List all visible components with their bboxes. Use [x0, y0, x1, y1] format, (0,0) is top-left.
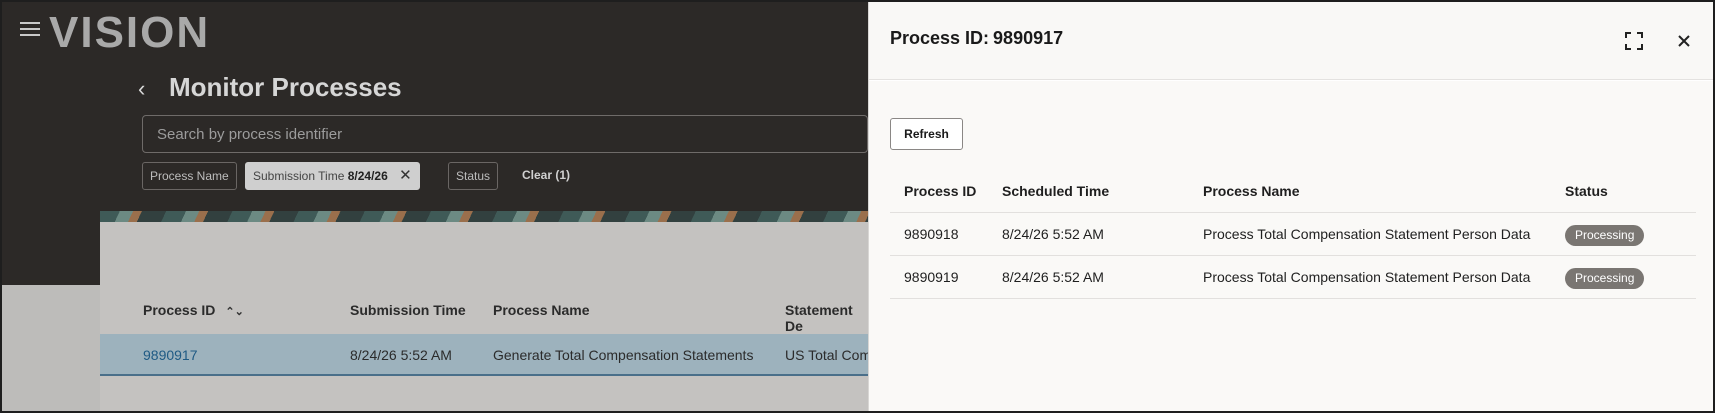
app-logo: VISION	[49, 8, 211, 57]
fullscreen-icon[interactable]	[1623, 30, 1645, 52]
page-title: Monitor Processes	[169, 72, 402, 102]
remove-filter-icon[interactable]: ✕	[399, 167, 412, 184]
process-name-cell: Generate Total Compensation Statements	[493, 347, 754, 363]
search-field[interactable]	[142, 115, 868, 153]
clear-filters-link[interactable]: Clear (1)	[522, 168, 570, 182]
process-id-cell: 9890918	[904, 226, 959, 242]
scheduled-time-cell: 8/24/26 5:52 AM	[1002, 226, 1104, 242]
process-id-link[interactable]: 9890917	[143, 347, 198, 363]
table-header-row: Process ID Scheduled Time Process Name S…	[890, 169, 1696, 213]
submission-time-cell: 8/24/26 5:52 AM	[350, 347, 452, 363]
filter-chip-label: Process Name	[150, 169, 229, 183]
column-header-process-id[interactable]: Process ID ⌃⌄	[143, 302, 244, 318]
status-cell: Processing	[1565, 213, 1645, 255]
back-chevron-icon[interactable]: ‹	[138, 76, 145, 102]
scheduled-time-cell: 8/24/26 5:52 AM	[1002, 269, 1104, 285]
filter-chip-status[interactable]: Status	[448, 162, 499, 190]
status-badge: Processing	[1565, 267, 1645, 289]
child-process-table: Process ID Scheduled Time Process Name S…	[890, 169, 1696, 299]
column-header-process-id: Process ID	[904, 183, 977, 199]
sort-icon[interactable]: ⌃⌄	[225, 305, 243, 318]
status-badge: Processing	[1565, 224, 1645, 246]
refresh-button[interactable]: Refresh	[890, 118, 963, 150]
column-header-label: Process ID	[143, 302, 216, 318]
filter-chip-value: 8/24/26	[347, 169, 388, 183]
monitor-processes-page: VISION ‹ Monitor Processes Process Name …	[2, 2, 872, 411]
hamburger-menu-icon[interactable]	[20, 22, 40, 38]
column-header-statement: Statement De	[785, 302, 853, 334]
screen-frame: VISION ‹ Monitor Processes Process Name …	[0, 0, 1715, 413]
process-detail-drawer: Process ID: 9890917 Refresh Process ID Sc…	[868, 2, 1713, 411]
statement-cell: US Total Com	[785, 347, 872, 363]
process-name-cell: Process Total Compensation Statement Per…	[1203, 269, 1531, 285]
decorative-banner	[100, 211, 868, 222]
filter-chip-label: Status	[456, 169, 491, 183]
column-header-process-name: Process Name	[493, 302, 590, 318]
filter-chip-label: Submission Time	[253, 169, 345, 183]
drawer-title-id: 9890917	[993, 28, 1064, 48]
drawer-title: Process ID: 9890917	[890, 28, 1063, 49]
column-header-process-name: Process Name	[1203, 183, 1300, 199]
process-id-cell: 9890919	[904, 269, 959, 285]
table-row[interactable]: 9890918 8/24/26 5:52 AM Process Total Co…	[890, 213, 1696, 256]
drawer-body: Refresh Process ID Scheduled Time Proces…	[869, 81, 1713, 411]
filter-chip-process-name[interactable]: Process Name	[142, 162, 237, 190]
drawer-header: Process ID: 9890917	[869, 2, 1713, 80]
status-cell: Processing	[1565, 256, 1645, 298]
table-row[interactable]: 9890919 8/24/26 5:52 AM Process Total Co…	[890, 256, 1696, 299]
close-icon[interactable]	[1673, 30, 1695, 52]
search-input[interactable]	[143, 116, 867, 152]
column-header-scheduled-time: Scheduled Time	[1002, 183, 1110, 199]
filter-chip-submission-time[interactable]: Submission Time 8/24/26 ✕	[245, 162, 420, 190]
process-name-cell: Process Total Compensation Statement Per…	[1203, 226, 1531, 242]
column-header-submission-time: Submission Time	[350, 302, 466, 318]
drawer-title-prefix: Process ID:	[890, 28, 990, 48]
column-header-status: Status	[1565, 183, 1608, 199]
